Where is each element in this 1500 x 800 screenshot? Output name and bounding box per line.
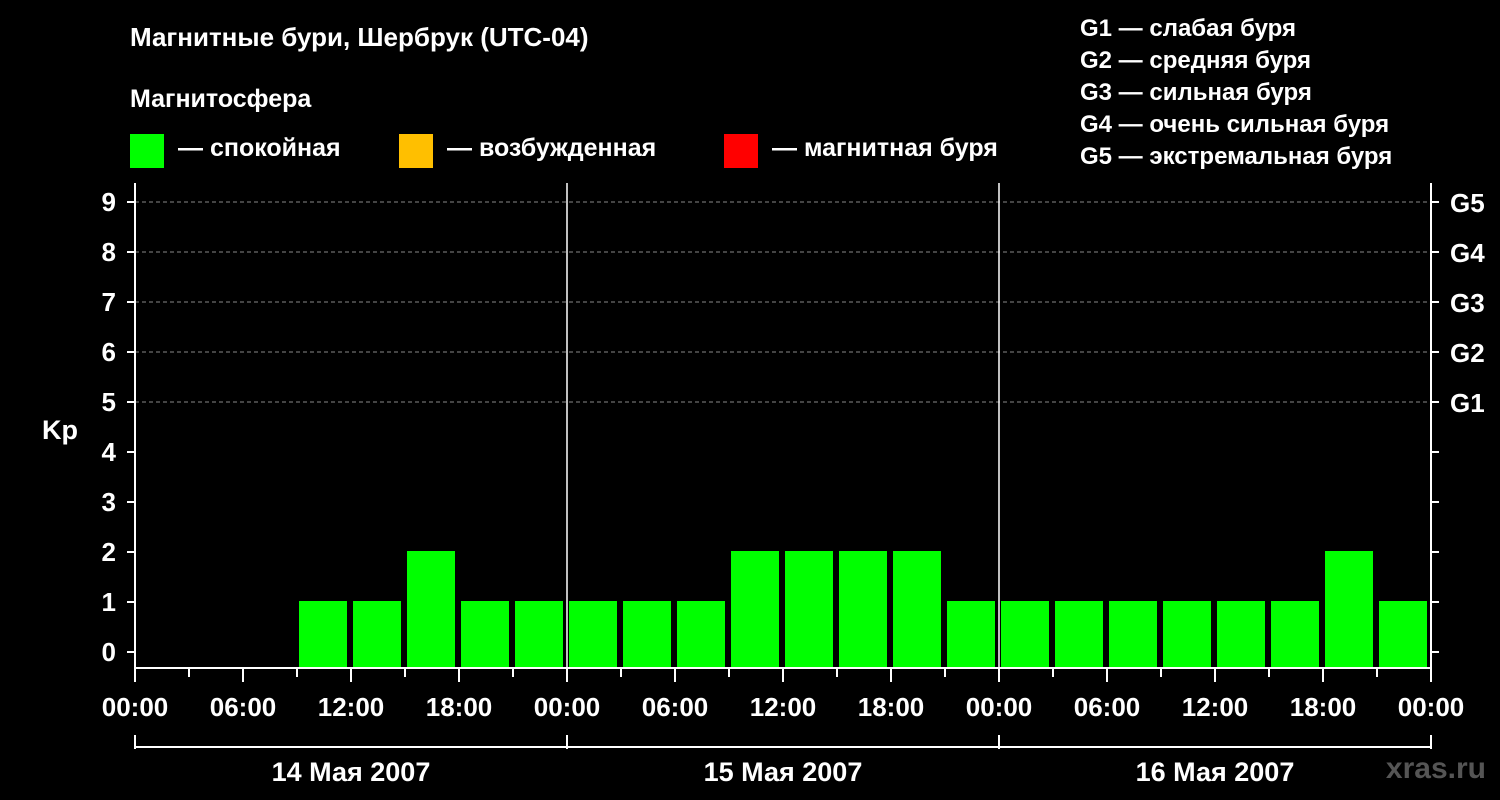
bar: [731, 551, 779, 668]
bar: [839, 551, 887, 668]
bar: [1271, 601, 1319, 668]
bar: [1055, 601, 1103, 668]
bar: [569, 601, 617, 668]
y-tick-label: 0: [102, 637, 116, 667]
bar: [785, 551, 833, 668]
y-tick-label: 7: [102, 287, 116, 317]
x-tick-label: 18:00: [1290, 692, 1357, 722]
bar: [299, 601, 347, 668]
day-label: 16 Мая 2007: [1136, 757, 1295, 787]
x-tick-label: 12:00: [1182, 692, 1249, 722]
kp-chart: 0 1 2 3 4 5 6 7 8 9 G1 G2 G3 G4 G5 Kp 00:00 06:00 12:00 18:…: [42, 183, 1485, 787]
watermark: xras.ru: [1385, 752, 1486, 785]
bar: [1379, 601, 1427, 668]
bar: [353, 601, 401, 668]
x-tick-label: 18:00: [426, 692, 493, 722]
y-tick-label: 2: [102, 537, 116, 567]
g-scale-label: G4: [1450, 238, 1485, 268]
bar: [515, 601, 563, 668]
bar: [893, 551, 941, 668]
bar: [461, 601, 509, 668]
y-tick-label: 8: [102, 237, 116, 267]
x-tick-label: 00:00: [102, 692, 169, 722]
g-scale-label: G2: [1450, 338, 1485, 368]
x-tick-label: 18:00: [858, 692, 925, 722]
y-tick-label: 3: [102, 487, 116, 517]
bar: [947, 601, 995, 668]
y-axis-label: Kp: [42, 415, 78, 445]
y-tick-label: 1: [102, 587, 116, 617]
bar: [1325, 551, 1373, 668]
g-scale-label: G3: [1450, 288, 1485, 318]
y-tick-label: 4: [102, 437, 117, 467]
bar: [1217, 601, 1265, 668]
y-tick-label: 6: [102, 337, 116, 367]
x-tick-label: 00:00: [1398, 692, 1465, 722]
y-tick-label: 9: [102, 187, 116, 217]
bar: [623, 601, 671, 668]
x-tick-label: 12:00: [750, 692, 817, 722]
bar: [1163, 601, 1211, 668]
x-tick-label: 00:00: [966, 692, 1033, 722]
day-label: 15 Мая 2007: [704, 757, 863, 787]
x-tick-label: 00:00: [534, 692, 601, 722]
x-tick-label: 06:00: [210, 692, 277, 722]
bar: [1001, 601, 1049, 668]
bar: [407, 551, 455, 668]
x-tick-label: 12:00: [318, 692, 385, 722]
bar: [677, 601, 725, 668]
day-label: 14 Мая 2007: [272, 757, 431, 787]
y-tick-label: 5: [102, 387, 116, 417]
g-scale-label: G5: [1450, 188, 1485, 218]
x-tick-label: 06:00: [642, 692, 709, 722]
bar: [1109, 601, 1157, 668]
x-tick-label: 06:00: [1074, 692, 1141, 722]
g-scale-label: G1: [1450, 388, 1485, 418]
